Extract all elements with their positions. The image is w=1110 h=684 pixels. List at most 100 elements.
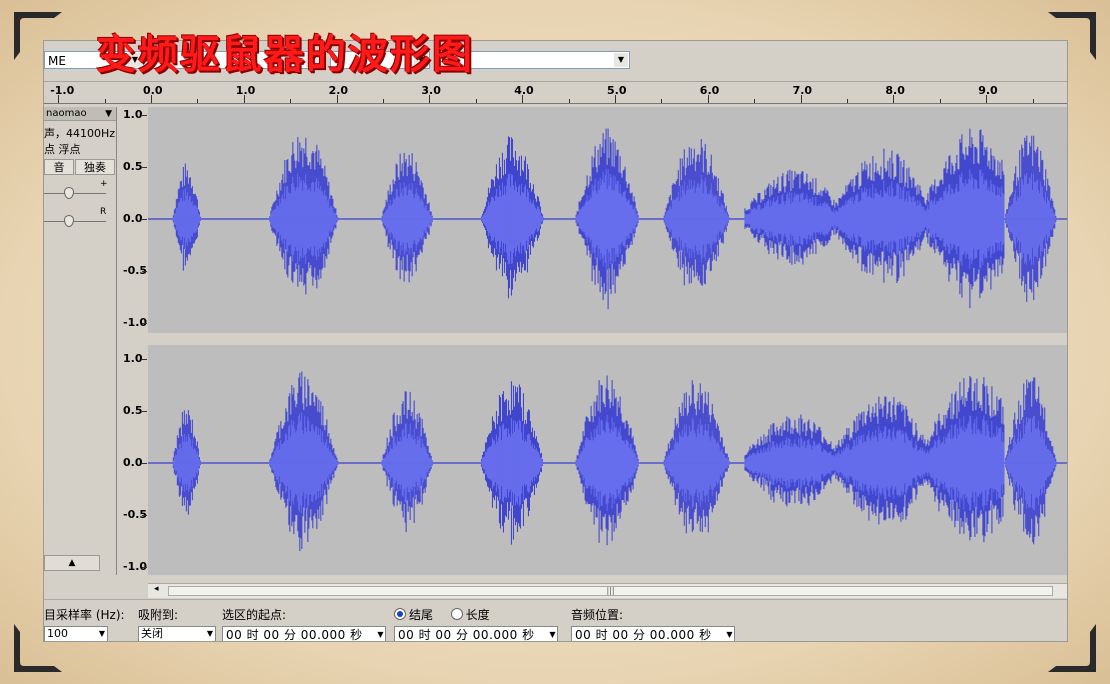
ruler-minor-tick — [986, 95, 988, 103]
ruler-minor-tick — [800, 95, 802, 103]
amplitude-tick — [142, 567, 147, 568]
ruler-minor-tick — [568, 99, 570, 103]
audacity-window: ME ▼ ▼ ▼ ▼ -1.0 0.0 1.0 2.0 3.0 4.0 5.0 6.0 7.0 8… — [43, 40, 1068, 642]
ruler-label: 4.0 — [514, 84, 534, 97]
timeline-ruler[interactable]: -1.0 0.0 1.0 2.0 3.0 4.0 5.0 6.0 7.0 8.0 9.0 — [44, 82, 1067, 104]
chevron-down-icon: ▼ — [614, 53, 628, 67]
scroll-left-icon[interactable]: ◂ — [154, 584, 159, 594]
selection-start-field[interactable]: 00 时 00 分 00.000 秒 ▼ — [222, 626, 386, 641]
audio-position-value: 00 时 00 分 00.000 秒 — [575, 628, 712, 642]
ruler-label: 6.0 — [699, 84, 720, 97]
waveform-burst — [744, 128, 1005, 309]
waveform-svg — [148, 128, 1067, 552]
length-radio[interactable] — [450, 608, 463, 620]
track-name: naomao — [46, 108, 87, 119]
amplitude-tick — [142, 359, 147, 360]
track-name-menu[interactable]: naomao ▼ — [44, 107, 116, 121]
audio-position-field[interactable]: 00 时 00 分 00.000 秒 ▼ — [571, 626, 735, 642]
ruler-label: 7.0 — [792, 84, 813, 97]
waveform-burst — [172, 410, 201, 515]
solo-button[interactable]: 独奏 — [75, 159, 115, 175]
chevron-down-icon: ▼ — [206, 629, 213, 638]
ruler-minor-tick — [939, 99, 941, 103]
selection-end-field[interactable]: 00 时 00 分 00.000 秒 ▼ — [394, 626, 558, 642]
ruler-minor-tick — [615, 95, 616, 103]
track-sample-format: 点 浮点 — [44, 143, 81, 156]
triangle-up-icon: ▲ — [68, 558, 76, 568]
ruler-minor-tick — [151, 95, 152, 103]
ruler-minor-tick — [290, 99, 292, 103]
snap-to-combo[interactable]: 关闭 ▼ — [138, 626, 216, 641]
amplitude-tick — [142, 271, 147, 272]
amplitude-label: 1.0 — [123, 352, 143, 365]
snap-to-label: 吸附到: — [138, 608, 179, 622]
waveform-area[interactable] — [148, 107, 1067, 575]
amplitude-label: 0.5 — [123, 404, 143, 417]
ruler-minor-tick — [893, 95, 895, 103]
channel-separator — [148, 333, 1067, 345]
chevron-down-icon: ▼ — [377, 630, 384, 639]
selection-start-label: 选区的起点: — [222, 608, 287, 622]
waveform-burst — [269, 137, 339, 295]
ruler-minor-tick — [1032, 99, 1034, 103]
waveform-burst — [575, 375, 640, 546]
ruler-minor-tick — [383, 99, 384, 103]
snap-to-value: 关闭 — [141, 627, 163, 640]
collapse-track-button[interactable]: ▲ — [44, 555, 100, 571]
frame-corner-ornament — [14, 624, 62, 672]
chevron-down-icon: ▼ — [726, 630, 733, 639]
mute-button[interactable]: 音 — [44, 159, 74, 175]
ruler-minor-tick — [243, 95, 245, 103]
ruler-minor-tick — [754, 99, 756, 103]
ruler-minor-tick — [847, 99, 848, 103]
end-radio[interactable] — [394, 608, 406, 620]
waveform-burst — [663, 380, 730, 534]
ruler-minor-tick — [707, 95, 709, 103]
pan-slider[interactable] — [64, 215, 74, 227]
gain-slider[interactable] — [64, 187, 74, 199]
amplitude-scale[interactable]: 1.0 0.5 0.0 -0.5 -1.0 1.0 0.5 0.0 -0.5 -1.0 — [117, 107, 147, 575]
amplitude-label: 1.0 — [123, 108, 143, 121]
ruler-minor-tick — [336, 95, 338, 103]
waveform-burst — [663, 139, 730, 286]
ruler-label: 1.0 — [235, 84, 256, 97]
amplitude-label: 0.5 — [123, 160, 143, 173]
waveform-burst — [1005, 377, 1057, 545]
horizontal-scrollbar[interactable]: ◂ ||| — [148, 583, 1067, 598]
amplitude-tick — [142, 167, 147, 168]
frame-corner-ornament — [1048, 624, 1096, 672]
selection-toolbar: 目采样率 (Hz): 100 ▼ 吸附到: 关闭 ▼ 选区的起点: 00 时 0… — [44, 599, 1067, 642]
audio-position-label: 音频位置: — [571, 608, 624, 622]
ruler-label: -1.0 — [50, 84, 75, 97]
frame-corner-ornament — [1048, 12, 1096, 60]
right-pan-icon: R — [100, 207, 107, 217]
track-format-info: 声，44100Hz — [44, 127, 116, 140]
waveform-burst — [381, 152, 433, 283]
chevron-down-icon: ▼ — [549, 630, 556, 639]
solo-label: 独奏 — [84, 161, 106, 174]
pan-slider-track — [44, 221, 106, 222]
amplitude-tick — [142, 515, 147, 516]
project-rate-label: 目采样率 (Hz): — [44, 608, 125, 622]
scroll-thumb[interactable]: ||| — [168, 586, 1053, 596]
selection-end-value: 00 时 00 分 00.000 秒 — [398, 628, 535, 642]
waveform-burst — [480, 136, 544, 299]
length-radio-label: 长度 — [465, 608, 490, 622]
ruler-minor-tick — [104, 99, 106, 103]
ruler-label: 5.0 — [607, 84, 627, 97]
waveform-burst — [744, 375, 1005, 543]
gain-slider-track — [44, 193, 106, 194]
ruler-label: 8.0 — [885, 84, 905, 97]
ruler-minor-tick — [429, 95, 431, 103]
amplitude-tick — [142, 411, 147, 412]
plus-icon: + — [100, 179, 108, 189]
ruler-label: 3.0 — [421, 84, 441, 97]
amplitude-tick — [142, 219, 147, 220]
waveform-burst — [172, 163, 201, 271]
ruler-label: 9.0 — [978, 84, 998, 97]
ruler-minor-tick — [58, 95, 60, 103]
ruler-minor-tick — [522, 95, 524, 103]
ruler-label: 0.0 — [143, 84, 163, 97]
end-length-radios: 结尾 长度 — [394, 606, 490, 623]
frame-corner-ornament — [14, 12, 62, 60]
